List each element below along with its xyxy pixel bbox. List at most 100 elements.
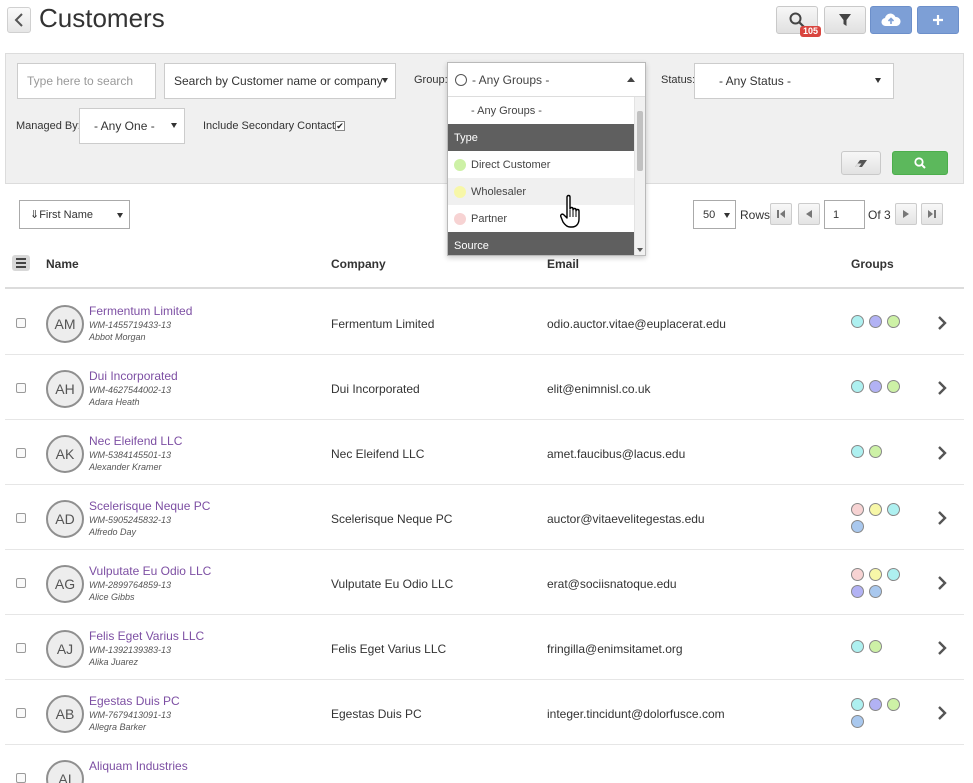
rows-per-page-select[interactable]: 50 — [693, 200, 736, 229]
customer-id: WM-1455719433-13 — [89, 320, 172, 330]
status-select[interactable]: - Any Status - — [694, 63, 894, 99]
search-input[interactable]: Type here to search — [17, 63, 156, 99]
customer-name-link[interactable]: Felis Eget Varius LLC — [89, 629, 204, 643]
add-customer-button[interactable] — [917, 6, 959, 34]
group-value: - Any Groups - — [472, 72, 550, 87]
group-dot — [851, 585, 864, 598]
group-dot — [887, 568, 900, 581]
row-checkbox[interactable] — [16, 513, 26, 523]
dropdown-option[interactable]: Direct Customer — [448, 151, 634, 178]
customer-name-link[interactable]: Vulputate Eu Odio LLC — [89, 564, 211, 578]
avatar: AB — [46, 695, 84, 733]
column-header-email[interactable]: Email — [547, 257, 579, 271]
table-row[interactable]: AI Aliquam Industries — [5, 745, 964, 783]
table-row[interactable]: AJ Felis Eget Varius LLC WM-1392139383-13 A… — [5, 615, 964, 680]
chevron-right-icon[interactable] — [935, 705, 949, 721]
last-page-button[interactable] — [921, 203, 943, 225]
row-checkbox[interactable] — [16, 318, 26, 328]
dropdown-option[interactable]: - Any Groups - — [448, 97, 634, 124]
dropdown-option[interactable]: Partner — [448, 205, 634, 232]
status-value: - Any Status - — [719, 74, 792, 88]
dropdown-option-label: Direct Customer — [471, 158, 551, 171]
scroll-down-icon[interactable] — [637, 248, 643, 252]
search-toggle-button[interactable]: 105 — [776, 6, 821, 37]
chevron-right-icon[interactable] — [935, 640, 949, 656]
company-cell: Nec Eleifend LLC — [331, 447, 425, 461]
customer-id: WM-2899764859-13 — [89, 580, 172, 590]
table-row[interactable]: AH Dui Incorporated WM-4627544002-13 Adara … — [5, 355, 964, 420]
group-dots — [851, 380, 911, 393]
table-row[interactable]: AB Egestas Duis PC WM-7679413091-13 Allegra… — [5, 680, 964, 745]
customer-id: WM-4627544002-13 — [89, 385, 172, 395]
company-cell: Felis Eget Varius LLC — [331, 642, 447, 656]
managed-by-select[interactable]: - Any One - — [79, 108, 185, 144]
group-dots — [851, 445, 911, 458]
row-checkbox[interactable] — [16, 643, 26, 653]
group-select[interactable]: - Any Groups - — [448, 63, 645, 97]
dropdown-scrollbar[interactable] — [634, 97, 645, 255]
chevron-right-icon[interactable] — [935, 380, 949, 396]
search-mode-select[interactable]: Search by Customer name or company — [164, 63, 396, 99]
sort-select[interactable]: ⇓First Name — [19, 200, 130, 229]
header-divider — [5, 287, 964, 289]
dropdown-option-label: Type — [454, 131, 478, 144]
row-checkbox[interactable] — [16, 773, 26, 783]
email-cell: amet.faucibus@lacus.edu — [547, 447, 686, 461]
secondary-contacts-checkbox[interactable]: ✔ — [335, 121, 345, 131]
group-dropdown[interactable]: - Any Groups - - Any Groups - Type Direct … — [447, 62, 646, 256]
chevron-right-icon[interactable] — [935, 445, 949, 461]
customer-name-link[interactable]: Fermentum Limited — [89, 304, 192, 318]
row-checkbox[interactable] — [16, 578, 26, 588]
page-number-input[interactable]: 1 — [824, 200, 865, 229]
rows-label: Rows — [740, 208, 771, 222]
group-dot — [869, 640, 882, 653]
customer-id: WM-5384145501-13 — [89, 450, 172, 460]
avatar: AM — [46, 305, 84, 343]
chevron-right-icon[interactable] — [935, 575, 949, 591]
chevron-right-icon[interactable] — [935, 315, 949, 331]
contact-person: Alika Juarez — [89, 657, 139, 667]
previous-page-button[interactable] — [798, 203, 820, 225]
customer-name-link[interactable]: Egestas Duis PC — [89, 694, 180, 708]
next-page-button[interactable] — [895, 203, 917, 225]
group-dot — [887, 698, 900, 711]
column-header-name[interactable]: Name — [46, 257, 79, 271]
table-row[interactable]: AM Fermentum Limited WM-1455719433-13 Abbot… — [5, 290, 964, 355]
row-checkbox[interactable] — [16, 708, 26, 718]
scrollbar-thumb[interactable] — [637, 111, 643, 171]
filter-icon — [839, 14, 851, 26]
last-page-icon — [928, 210, 936, 218]
group-color-dot — [454, 185, 466, 198]
clear-filters-button[interactable] — [841, 151, 881, 175]
menu-line — [16, 262, 26, 264]
table-row[interactable]: AK Nec Eleifend LLC WM-5384145501-13 Alexan… — [5, 420, 964, 485]
group-options-list: - Any Groups - Type Direct Customer Wholesa… — [448, 97, 634, 255]
first-page-button[interactable] — [770, 203, 792, 225]
row-checkbox[interactable] — [16, 448, 26, 458]
group-dot — [851, 315, 864, 328]
dropdown-option-label: Partner — [471, 212, 508, 225]
customer-name-link[interactable]: Aliquam Industries — [89, 759, 188, 773]
table-row[interactable]: AG Vulputate Eu Odio LLC WM-2899764859-13 A… — [5, 550, 964, 615]
contact-person: Allegra Barker — [89, 722, 147, 732]
upload-button[interactable] — [870, 6, 912, 34]
search-placeholder: Type here to search — [27, 74, 134, 88]
dropdown-option[interactable]: Wholesaler — [448, 178, 634, 205]
customer-name-link[interactable]: Scelerisque Neque PC — [89, 499, 210, 513]
chevron-up-icon — [627, 77, 635, 82]
column-header-groups[interactable]: Groups — [851, 257, 894, 271]
avatar: AD — [46, 500, 84, 538]
column-menu-button[interactable] — [12, 255, 30, 271]
row-checkbox[interactable] — [16, 383, 26, 393]
customer-name-link[interactable]: Nec Eleifend LLC — [89, 434, 182, 448]
table-row[interactable]: AD Scelerisque Neque PC WM-5905245832-13 Al… — [5, 485, 964, 550]
group-dot — [851, 715, 864, 728]
chevron-right-icon[interactable] — [935, 510, 949, 526]
apply-search-button[interactable] — [892, 151, 948, 175]
results-count-badge: 105 — [799, 26, 821, 37]
filter-button[interactable] — [824, 6, 866, 34]
customer-name-link[interactable]: Dui Incorporated — [89, 369, 178, 383]
back-button[interactable] — [7, 7, 31, 33]
email-cell: odio.auctor.vitae@euplacerat.edu — [547, 317, 726, 331]
column-header-company[interactable]: Company — [331, 257, 386, 271]
